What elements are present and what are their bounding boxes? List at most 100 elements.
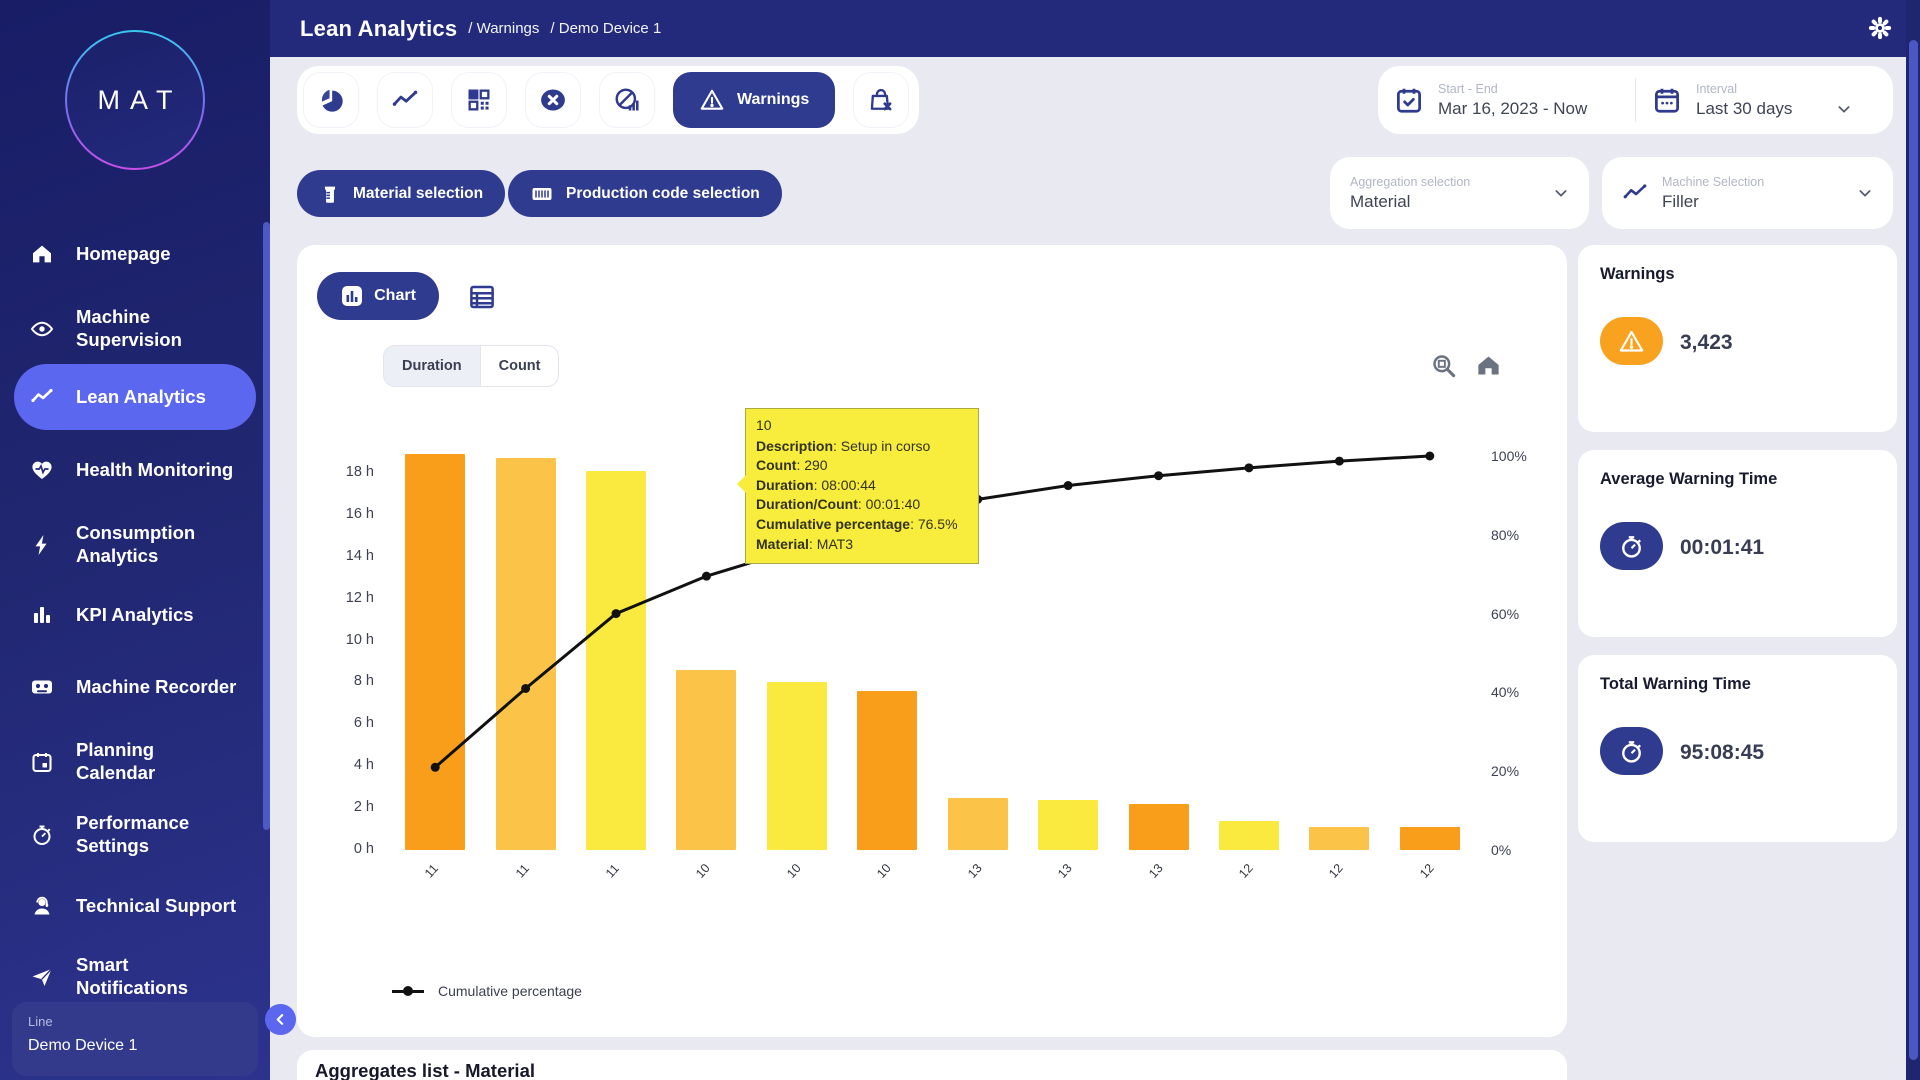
warning-badge-icon	[1600, 317, 1663, 365]
eye-icon	[30, 317, 54, 341]
page-scrollbar	[1906, 0, 1920, 1080]
aggregates-list-title: Aggregates list - Material	[315, 1060, 535, 1080]
pie-chart-tool-button[interactable]	[303, 72, 359, 128]
duration-axis-tick: 8 h	[312, 673, 374, 689]
x-axis-label: 12	[1417, 861, 1437, 881]
average-warning-time-card: Average Warning Time 00:01:41	[1578, 450, 1897, 637]
chart-view-label: Chart	[374, 287, 416, 305]
stopwatch-icon	[30, 823, 54, 847]
chart-view-button[interactable]: Chart	[317, 272, 439, 320]
chart-zoom-tool-icon[interactable]	[1430, 352, 1457, 379]
x-axis-label: 12	[1236, 861, 1256, 881]
tooltip-row: Duration: 08:00:44	[756, 476, 968, 496]
settings-gear-icon[interactable]	[1866, 14, 1894, 42]
interval-value: Last 30 days	[1696, 99, 1792, 119]
percentage-axis-tick: 100%	[1491, 448, 1541, 464]
app-root: Lean Analytics / Warnings / Demo Device …	[0, 0, 1920, 1080]
percentage-axis-tick: 60%	[1491, 606, 1541, 622]
device-panel[interactable]: Line Demo Device 1	[12, 1002, 258, 1076]
date-range-widget: Start - End Mar 16, 2023 - Now Interval …	[1378, 66, 1893, 134]
table-view-button[interactable]	[467, 282, 497, 312]
aggregation-selection-dropdown[interactable]: Aggregation selection Material	[1330, 157, 1589, 229]
aggregates-list-card: Aggregates list - Material	[297, 1050, 1567, 1080]
sidebar-item-kpi-analytics[interactable]: KPI Analytics	[0, 593, 270, 637]
sidebar: MAT Homepage Machine Supervision	[0, 0, 270, 1080]
sidebar-item-technical-support[interactable]: Technical Support	[0, 884, 270, 928]
chevron-down-icon	[1857, 185, 1873, 201]
sidebar-item-smart-notifications[interactable]: Smart Notifications	[0, 944, 270, 1010]
aggregation-label: Aggregation selection	[1350, 175, 1470, 189]
line-label: Line	[28, 1014, 242, 1029]
gauge-icon	[613, 86, 641, 114]
count-tab[interactable]: Count	[480, 345, 560, 387]
logo-text: MAT	[88, 85, 183, 116]
start-end-selector[interactable]: Start - End Mar 16, 2023 - Now	[1378, 82, 1635, 119]
breadcrumb-warnings[interactable]: / Warnings	[468, 20, 539, 37]
duration-axis-tick: 4 h	[312, 757, 374, 773]
pareto-chart-card: Chart Duration Count 1111111010101313131…	[297, 245, 1567, 1037]
breadcrumb-device[interactable]: / Demo Device 1	[550, 20, 661, 37]
warning-triangle-icon	[699, 87, 725, 113]
trend-line-icon	[30, 385, 54, 409]
calendar-check-icon	[1394, 85, 1424, 115]
material-selection-button[interactable]: Material selection	[297, 170, 505, 217]
x-axis-label: 11	[603, 861, 622, 880]
sidebar-item-consumption-analytics[interactable]: Consumption Analytics	[0, 512, 270, 578]
calendar-icon	[30, 750, 54, 774]
average-warning-time-title: Average Warning Time	[1600, 470, 1777, 489]
heart-pulse-icon	[30, 458, 54, 482]
line-legend-marker	[392, 990, 424, 993]
sidebar-item-homepage[interactable]: Homepage	[0, 232, 270, 276]
chevron-down-icon	[1553, 185, 1569, 201]
sidebar-item-health-monitoring[interactable]: Health Monitoring	[0, 448, 270, 492]
machine-selection-dropdown[interactable]: Machine Selection Filler	[1602, 157, 1893, 229]
x-axis-label: 13	[1055, 861, 1075, 881]
production-code-selection-button[interactable]: Production code selection	[508, 170, 782, 217]
sidebar-item-machine-recorder[interactable]: Machine Recorder	[0, 665, 270, 709]
x-axis-label: 13	[965, 861, 985, 881]
sidebar-scrollbar[interactable]	[263, 222, 270, 830]
chart-tooltip: 10 Description: Setup in corsoCount: 290…	[745, 408, 979, 564]
lost-production-tool-button[interactable]	[853, 72, 909, 128]
chart-restore-home-icon[interactable]	[1475, 352, 1502, 379]
page-scrollbar-thumb[interactable]	[1909, 40, 1918, 1060]
cassette-icon	[30, 675, 54, 699]
stopwatch-badge-icon	[1600, 522, 1663, 570]
warnings-card-title: Warnings	[1600, 265, 1675, 284]
sidebar-collapse-button[interactable]	[265, 1004, 296, 1035]
table-icon	[467, 282, 497, 312]
machine-label: Machine Selection	[1662, 175, 1764, 189]
percentage-axis-tick: 20%	[1491, 763, 1541, 779]
sidebar-item-planning-calendar[interactable]: Planning Calendar	[0, 729, 270, 795]
sidebar-item-lean-analytics[interactable]: Lean Analytics	[0, 364, 270, 430]
x-axis-label: 11	[422, 861, 441, 880]
sidebar-item-machine-supervision[interactable]: Machine Supervision	[0, 296, 270, 362]
duration-axis-tick: 16 h	[312, 506, 374, 522]
production-code-selection-label: Production code selection	[566, 185, 760, 203]
support-agent-icon	[30, 894, 54, 918]
bag-x-icon	[867, 86, 895, 114]
chart-legend[interactable]: Cumulative percentage	[392, 983, 582, 999]
stops-tool-button[interactable]	[525, 72, 581, 128]
duration-axis-tick: 10 h	[312, 632, 374, 648]
tooltip-row: Count: 290	[756, 456, 968, 476]
interval-selector[interactable]: Interval Last 30 days	[1636, 82, 1893, 119]
duration-tab[interactable]: Duration	[383, 345, 481, 387]
production-grid-tool-button[interactable]	[451, 72, 507, 128]
sidebar-item-performance-settings[interactable]: Performance Settings	[0, 802, 270, 868]
warnings-count-value: 3,423	[1680, 331, 1733, 355]
send-icon	[30, 965, 54, 989]
trend-tool-button[interactable]	[377, 72, 433, 128]
legend-label: Cumulative percentage	[438, 983, 582, 999]
warnings-tab-label: Warnings	[737, 91, 809, 109]
bar-chart-icon	[30, 603, 54, 627]
duration-axis-tick: 14 h	[312, 548, 374, 564]
machine-value: Filler	[1662, 192, 1764, 212]
tooltip-row: Duration/Count: 00:01:40	[756, 495, 968, 515]
bolt-icon	[30, 533, 54, 557]
performance-gauge-tool-button[interactable]	[599, 72, 655, 128]
tooltip-title: 10	[756, 416, 968, 436]
mat-logo: MAT	[65, 30, 205, 170]
warnings-tab-button[interactable]: Warnings	[673, 72, 835, 128]
chevron-down-icon	[1836, 101, 1852, 117]
